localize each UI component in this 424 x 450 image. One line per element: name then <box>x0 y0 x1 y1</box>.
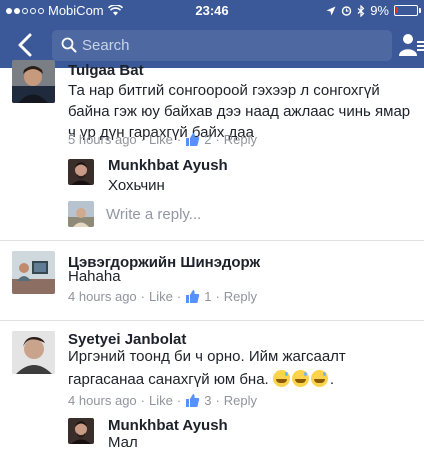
thumbs-up-icon[interactable] <box>185 132 200 147</box>
sweat-smile-emoji-icon <box>310 370 328 387</box>
like-link[interactable]: Like <box>149 393 173 408</box>
status-bar: MobiCom 23:46 9% <box>0 0 424 22</box>
avatar[interactable] <box>68 159 94 185</box>
timestamp[interactable]: 5 hours ago <box>68 132 137 147</box>
dot-separator: · <box>140 393 146 408</box>
like-count[interactable]: 3 <box>204 393 211 408</box>
comment-meta: 4 hours ago · Like · 1 · Reply <box>68 289 257 304</box>
dot-separator: · <box>176 289 182 304</box>
search-icon <box>61 37 77 53</box>
comment-meta: 5 hours ago · Like · 2 · Reply <box>68 132 257 147</box>
timestamp[interactable]: 4 hours ago <box>68 289 137 304</box>
like-link[interactable]: Like <box>149 132 173 147</box>
avatar <box>68 201 94 227</box>
top-bar: MobiCom 23:46 9% <box>0 0 424 68</box>
sweat-smile-emoji-icon <box>291 370 309 387</box>
comment-meta: 4 hours ago · Like · 3 · Reply <box>68 393 257 408</box>
reply-text: Мал <box>108 434 138 450</box>
dot-separator: · <box>215 289 220 304</box>
dot-separator: · <box>140 289 146 304</box>
battery-icon <box>394 5 421 16</box>
reply-text: Хохьчин <box>108 177 165 194</box>
write-reply-input[interactable] <box>106 203 396 225</box>
reply-author-name[interactable]: Munkhbat Ayush <box>108 157 228 174</box>
avatar[interactable] <box>68 418 94 444</box>
friend-requests-icon[interactable] <box>398 32 424 58</box>
comment-text: Hahaha <box>68 268 121 285</box>
avatar[interactable] <box>12 60 55 103</box>
like-count[interactable]: 1 <box>204 289 211 304</box>
dot-separator: · <box>176 393 182 408</box>
dot-separator: · <box>140 132 146 147</box>
thumbs-up-icon[interactable] <box>185 289 200 304</box>
comment-divider <box>0 240 424 241</box>
location-arrow-icon <box>326 6 336 15</box>
search-input[interactable] <box>82 30 382 61</box>
alarm-icon <box>342 6 352 16</box>
reply-link[interactable]: Reply <box>224 289 257 304</box>
comment-text-line-2-text: гаргасанаа санахгүй юм бна. <box>68 371 269 388</box>
back-chevron-icon[interactable] <box>14 32 38 58</box>
dot-separator: · <box>176 132 182 147</box>
comment-text-line-2: гаргасанаа санахгүй юм бна. . <box>68 369 334 390</box>
battery-percent: 9% <box>370 3 389 18</box>
sweat-smile-emoji-icon <box>272 370 290 387</box>
dot-separator: · <box>215 132 220 147</box>
commenter-name[interactable]: Tulgaa Bat <box>68 62 144 79</box>
comment-text-end: . <box>329 371 335 388</box>
dot-separator: · <box>215 393 220 408</box>
like-link[interactable]: Like <box>149 289 173 304</box>
like-count[interactable]: 2 <box>204 132 211 147</box>
comment-divider <box>0 320 424 321</box>
reply-link[interactable]: Reply <box>224 132 257 147</box>
timestamp[interactable]: 4 hours ago <box>68 393 137 408</box>
bluetooth-icon <box>357 4 365 17</box>
thumbs-up-icon[interactable] <box>185 393 200 408</box>
avatar[interactable] <box>12 251 55 294</box>
avatar[interactable] <box>12 331 55 374</box>
reply-link[interactable]: Reply <box>224 393 257 408</box>
comment-text-line-1: Иргэний тоонд би ч орно. Ийм жагсаалт <box>68 348 346 365</box>
search-bar[interactable] <box>52 30 392 61</box>
